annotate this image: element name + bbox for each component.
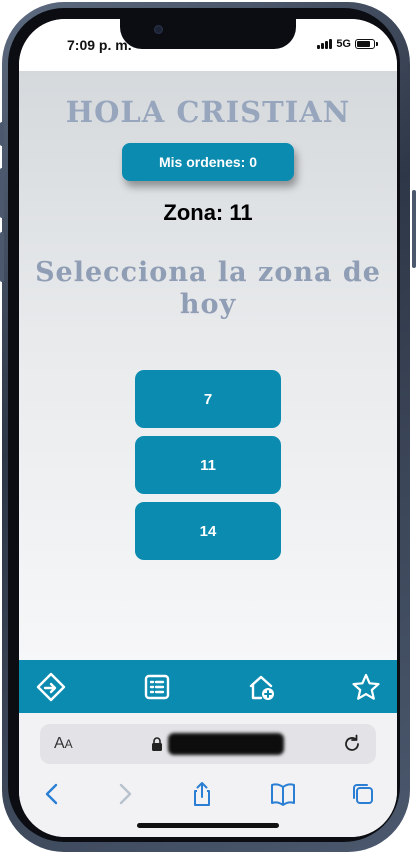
status-bar: 7:09 p. m. 5G: [19, 19, 397, 71]
phone-screen: 7:09 p. m. 5G HOLA CRISTIAN Mis ordenes:…: [19, 19, 397, 837]
network-label: 5G: [336, 38, 351, 50]
browser-toolbar: AA: [19, 713, 397, 837]
text-size-button[interactable]: AA: [54, 735, 73, 753]
notch: [120, 19, 296, 49]
home-indicator[interactable]: [137, 823, 279, 828]
zone-option-button[interactable]: 7: [135, 370, 281, 428]
status-indicators: 5G: [317, 38, 378, 50]
star-icon[interactable]: [351, 672, 381, 702]
silent-switch: [0, 122, 4, 146]
url-text[interactable]: [168, 733, 284, 755]
reload-icon[interactable]: [342, 734, 362, 754]
bookmarks-icon[interactable]: [270, 781, 296, 807]
battery-icon: [355, 39, 378, 49]
volume-down-button: [0, 232, 4, 282]
address-bar[interactable]: AA: [40, 724, 376, 764]
front-camera: [154, 25, 163, 34]
web-content: HOLA CRISTIAN Mis ordenes: 0 Zona: 11 Se…: [19, 71, 397, 660]
list-icon[interactable]: [142, 672, 172, 702]
forward-icon[interactable]: [112, 781, 138, 807]
zone-options-list: 7 11 14: [135, 370, 281, 568]
lock-icon: [152, 737, 162, 751]
greeting-title: HOLA CRISTIAN: [65, 95, 351, 129]
directions-icon[interactable]: [36, 672, 66, 702]
current-zone-label: Zona: 11: [163, 200, 253, 225]
tabs-icon[interactable]: [350, 781, 376, 807]
select-zone-heading: Selecciona la zona de hoy: [35, 257, 381, 320]
zone-option-button[interactable]: 11: [135, 436, 281, 494]
volume-up-button: [0, 168, 4, 218]
status-time: 7:09 p. m.: [67, 37, 132, 53]
share-icon[interactable]: [189, 781, 215, 807]
back-icon[interactable]: [39, 781, 65, 807]
zone-option-button[interactable]: 14: [135, 502, 281, 560]
my-orders-button[interactable]: Mis ordenes: 0: [122, 143, 294, 181]
text-size-label: A: [54, 735, 65, 752]
add-home-icon[interactable]: [247, 672, 277, 702]
text-size-label-small: A: [64, 737, 73, 751]
bottom-tab-bar: [19, 660, 397, 713]
power-button: [412, 190, 416, 268]
signal-icon: [317, 39, 333, 49]
